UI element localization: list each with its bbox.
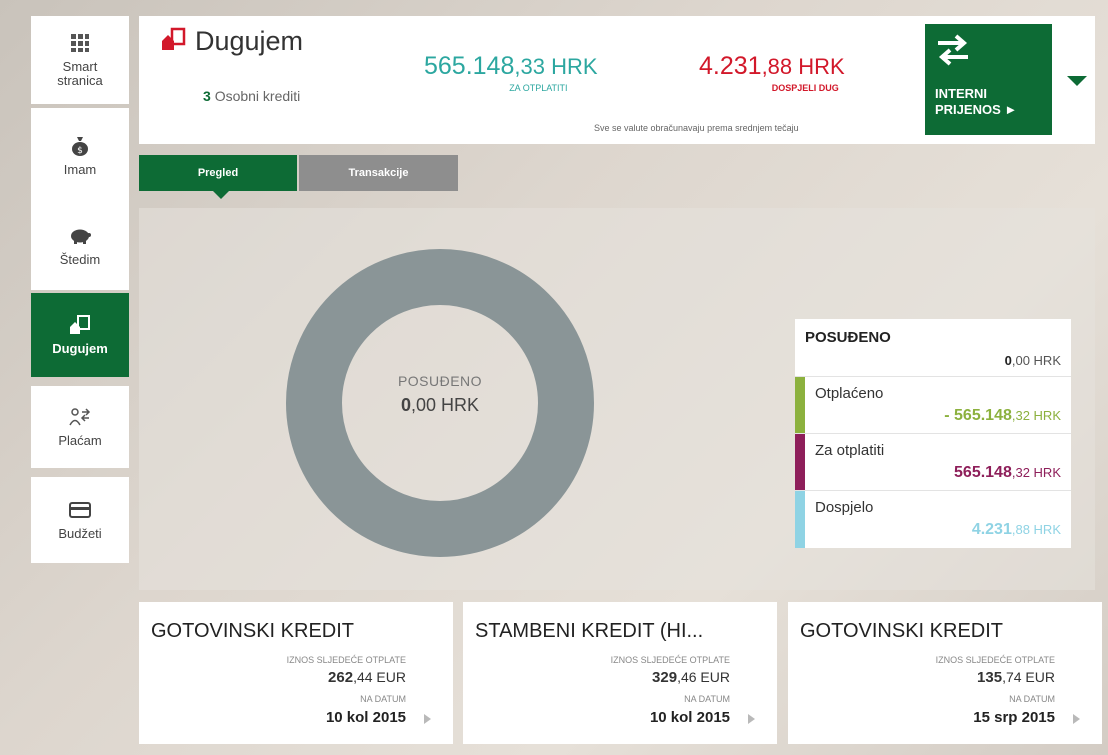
svg-text:$: $: [77, 146, 83, 156]
donut-value-bold: 0: [400, 395, 411, 415]
loan-card[interactable]: GOTOVINSKI KREDIT IZNOS SLJEDEĆE OTPLATE…: [139, 602, 453, 744]
legend-color-bar: [795, 434, 805, 490]
sidebar-item-stedim[interactable]: Štedim: [31, 202, 129, 290]
legend-value-rest: ,32 HRK: [1011, 408, 1061, 423]
amount-due-int: 4.231: [699, 52, 762, 80]
next-payment-label: IZNOS SLJEDEĆE OTPLATE: [935, 655, 1055, 665]
sidebar-item-label: Plaćam: [58, 433, 102, 448]
chevron-right-icon[interactable]: [748, 714, 755, 724]
amount-bold: 262: [328, 669, 354, 686]
transfer-label-line2: PRIJENOS ►: [935, 102, 1018, 117]
tab-pregled[interactable]: Pregled: [139, 155, 297, 199]
money-bag-icon: $: [70, 135, 90, 157]
donut-center-label: POSUĐENO 0,00 HRK: [355, 373, 525, 416]
loan-count-number: 3: [203, 88, 211, 104]
legend-row-name: Dospjelo: [815, 499, 874, 516]
header: Dugujem 3 Osobni krediti 565.148,33 HRK …: [139, 16, 1095, 144]
legend-row-name: Za otplatiti: [815, 442, 885, 459]
legend-row-value: 4.231,88 HRK: [972, 521, 1061, 539]
legend-row-name: Otplaćeno: [815, 385, 884, 402]
amount-due-label: DOSPJELI DUG: [771, 83, 839, 93]
legend-total-rest: ,00 HRK: [1011, 353, 1061, 368]
legend-total-bold: 0: [1004, 353, 1012, 368]
amount-to-repay: 565.148,33 HRK ZA OTPLATITI: [424, 52, 598, 93]
legend-row-dospjelo: Dospjelo 4.231,88 HRK: [795, 491, 1071, 548]
loan-card-title: GOTOVINSKI KREDIT: [800, 620, 1003, 642]
sidebar-item-label: Štedim: [59, 252, 101, 267]
overview-panel: POSUĐENO 0,00 HRK POSUĐENO 0,00 HRK Otpl…: [139, 208, 1095, 590]
loan-card-title: STAMBENI KREDIT (HI...: [475, 620, 704, 642]
payment-date: 15 srp 2015: [973, 709, 1055, 726]
payment-date: 10 kol 2015: [649, 709, 730, 726]
internal-transfer-button[interactable]: INTERNI PRIJENOS ►: [925, 24, 1052, 135]
sidebar-item-imam[interactable]: $ Imam: [31, 108, 129, 204]
next-payment-amount: 329,46 EUR: [463, 669, 777, 686]
transfer-label-line1: INTERNI: [935, 86, 987, 101]
amount-bold: 135: [977, 669, 1003, 686]
payment-date-label: NA DATUM: [1009, 694, 1055, 704]
loan-count: 3 Osobni krediti: [203, 88, 300, 104]
piggy-bank-icon: [69, 225, 91, 247]
payment-date-label: NA DATUM: [360, 694, 406, 704]
legend-value-rest: ,88 HRK: [1011, 522, 1061, 537]
house-document-icon: [161, 27, 187, 56]
tab-label: Transakcije: [348, 167, 409, 179]
page-title-wrap: Dugujem: [161, 26, 303, 57]
loan-count-label: Osobni krediti: [214, 88, 301, 104]
loan-card[interactable]: STAMBENI KREDIT (HI... IZNOS SLJEDEĆE OT…: [463, 602, 777, 744]
payment-date-label: NA DATUM: [684, 694, 730, 704]
currency-note: Sve se valute obračunavaju prema srednje…: [594, 123, 799, 133]
next-payment-label: IZNOS SLJEDEĆE OTPLATE: [286, 655, 406, 665]
sidebar-item-label: Smart stranica: [57, 59, 103, 88]
donut-label: POSUĐENO: [397, 373, 483, 389]
card-icon: [69, 499, 91, 521]
transfer-arrows-icon: [935, 34, 971, 70]
payment-transfer-icon: [69, 406, 91, 428]
legend-header: POSUĐENO 0,00 HRK: [795, 319, 1071, 377]
donut-value-rest: ,00 HRK: [410, 395, 480, 415]
tab-transakcije[interactable]: Transakcije: [299, 155, 458, 191]
amount-rest: ,44 EUR: [353, 669, 406, 685]
amount-to-repay-label: ZA OTPLATITI: [509, 83, 568, 93]
legend-value-bold: - 565.148: [944, 407, 1012, 424]
amount-bold: 329: [652, 669, 678, 686]
legend-color-bar: [795, 377, 805, 433]
page-title: Dugujem: [195, 26, 304, 56]
sidebar-item-placam[interactable]: Plaćam: [31, 386, 129, 468]
legend-row-value: 565.148,32 HRK: [954, 464, 1061, 482]
amount-to-repay-dec: ,33 HRK: [514, 54, 598, 79]
payment-date: 10 kol 2015: [325, 709, 406, 726]
legend-row-za-otplatiti: Za otplatiti 565.148,32 HRK: [795, 434, 1071, 491]
chevron-right-icon[interactable]: [424, 714, 431, 724]
next-payment-amount: 262,44 EUR: [139, 669, 453, 686]
next-payment-label: IZNOS SLJEDEĆE OTPLATE: [610, 655, 730, 665]
chevron-down-icon[interactable]: [1067, 76, 1087, 86]
legend-value-rest: ,32 HRK: [1011, 465, 1061, 480]
loan-card[interactable]: GOTOVINSKI KREDIT IZNOS SLJEDEĆE OTPLATE…: [788, 602, 1102, 744]
amount-rest: ,74 EUR: [1002, 669, 1055, 685]
sidebar-item-smart-stranica[interactable]: Smart stranica: [31, 16, 129, 104]
legend-color-bar: [795, 491, 805, 548]
loan-card-title: GOTOVINSKI KREDIT: [151, 620, 354, 642]
legend-row-value: - 565.148,32 HRK: [944, 407, 1061, 425]
amount-rest: ,46 EUR: [677, 669, 730, 685]
legend-title: POSUĐENO: [805, 329, 891, 346]
amount-to-repay-int: 565.148: [424, 52, 515, 80]
next-payment-amount: 135,74 EUR: [788, 669, 1102, 686]
amount-due: 4.231,88 HRK DOSPJELI DUG: [699, 52, 845, 93]
legend-value-bold: 4.231: [971, 521, 1012, 538]
sidebar-item-label: Imam: [63, 162, 97, 177]
tab-label: Pregled: [197, 167, 239, 179]
sidebar-item-budzeti[interactable]: Budžeti: [31, 477, 129, 563]
grid-icon: [70, 32, 90, 54]
borrowed-legend: POSUĐENO 0,00 HRK Otplaćeno - 565.148,32…: [795, 319, 1071, 548]
amount-due-dec: ,88 HRK: [761, 54, 845, 79]
legend-row-otplaceno: Otplaćeno - 565.148,32 HRK: [795, 377, 1071, 434]
legend-value-bold: 565.148: [954, 464, 1012, 481]
chevron-right-icon[interactable]: [1073, 714, 1080, 724]
house-document-icon: [69, 314, 91, 336]
sidebar-item-label: Budžeti: [58, 526, 102, 541]
sidebar-item-label: Dugujem: [52, 341, 108, 356]
sidebar-item-dugujem[interactable]: Dugujem: [31, 293, 129, 377]
